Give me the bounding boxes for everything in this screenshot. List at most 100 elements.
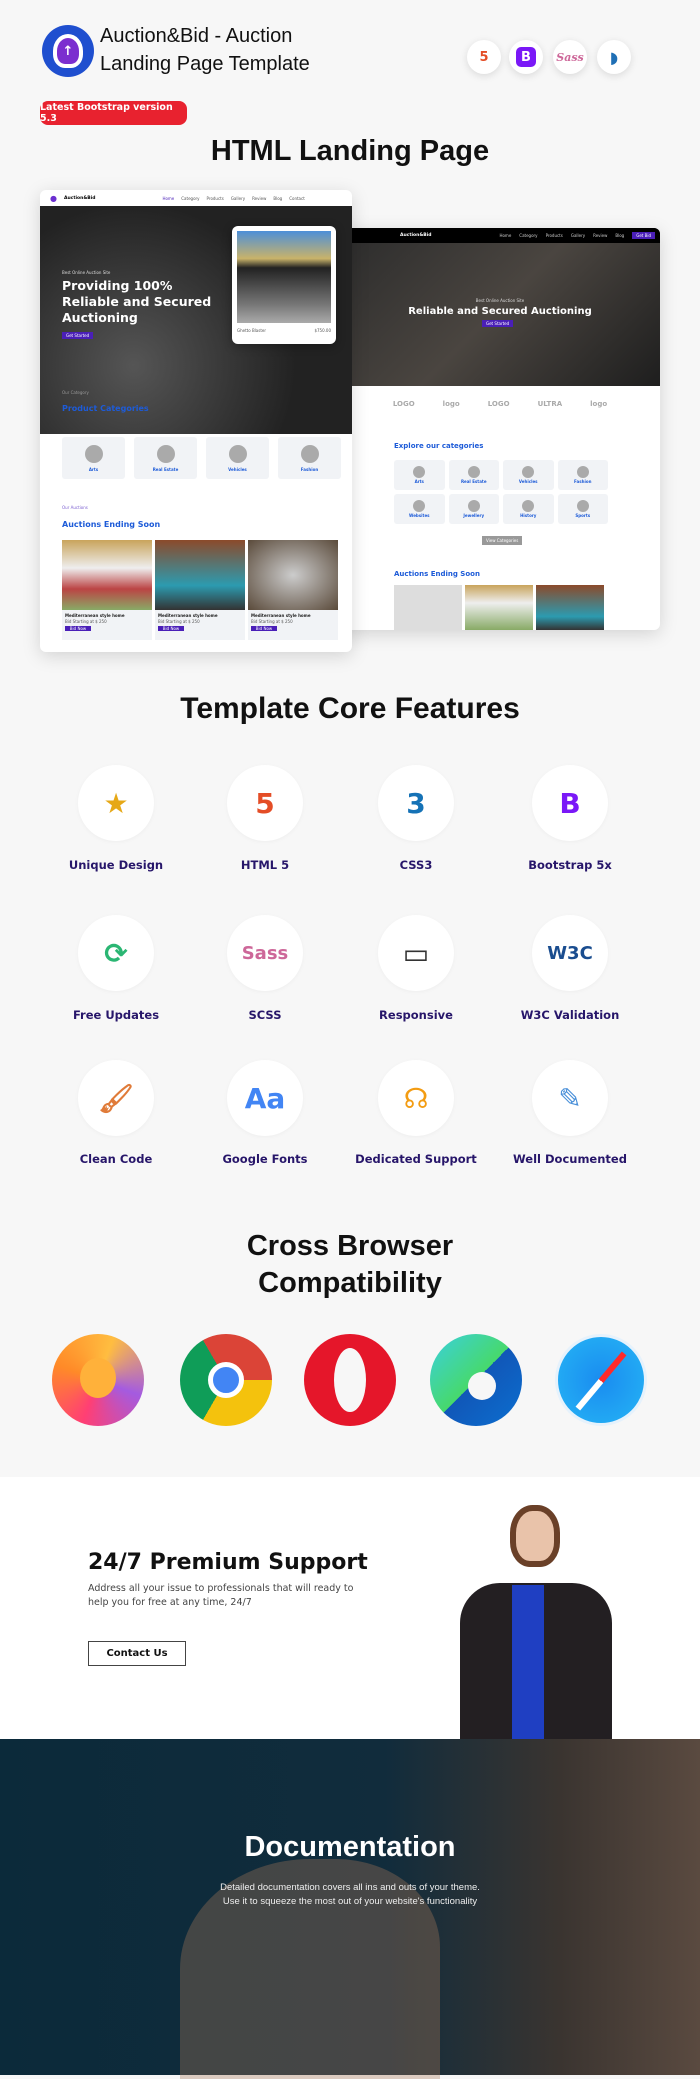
brand-logo: ↑ [42,25,94,77]
feature-item: Sass SCSS [190,915,340,1022]
feature-label: Google Fonts [222,1152,308,1166]
auction-card[interactable]: Mediterranean style home Bid Starting at… [62,540,152,640]
feature-label: Well Documented [513,1152,627,1166]
support-text: Address all your issue to professionals … [88,1583,354,1608]
nav-item[interactable]: Review [593,233,607,238]
camera-image [394,585,462,630]
nav-item[interactable]: Gallery [571,233,585,238]
feature-item: ⟳ Free Updates [41,915,191,1022]
feature-label: CSS3 [399,858,433,872]
category-card[interactable]: Arts [394,460,445,490]
product-price: $750.00 [314,328,331,333]
category-card[interactable]: Vehicles [503,460,554,490]
edge-icon [430,1334,522,1426]
category-card[interactable]: Vehicles [206,437,269,479]
feature-label: SCSS [248,1008,282,1022]
featured-product-card[interactable]: Ghetto Blaster $750.00 [232,226,336,344]
bid-now-button[interactable]: Bid Now [65,626,91,631]
hero-headline: Reliable and Secured Auctioning [408,306,592,317]
category-card[interactable]: Real Estate [448,460,499,490]
nav-cta-button[interactable]: Get Bid [632,232,656,239]
documentation-text: Detailed documentation covers all ins an… [220,1882,480,1907]
categories-title: Product Categories [62,404,149,413]
feature-item: ▭ Responsive [341,915,491,1022]
nav-item[interactable]: Products [207,196,224,201]
auctions-eyebrow: Our Auctions [62,505,88,510]
nav-item[interactable]: Blog [615,233,624,238]
nav-item[interactable]: Category [519,233,537,238]
view-categories-button[interactable]: View Categories [482,536,523,545]
support-heading: 24/7 Premium Support [88,1550,368,1575]
css3-icon: 3 [378,765,454,841]
nav-item[interactable]: Home [499,233,511,238]
html5-icon: 5 [467,40,501,74]
nav-item[interactable]: Blog [273,196,282,201]
nav-item[interactable]: Gallery [231,196,245,201]
boombox-image [237,231,331,323]
feature-label: HTML 5 [240,858,290,872]
get-started-button[interactable]: Get Started [482,320,514,327]
documented-icon: ✎ [532,1060,608,1136]
nav-item[interactable]: Category [181,196,199,201]
nav-item[interactable]: Review [252,196,266,201]
feature-item: ★ Unique Design [41,765,191,872]
bid-now-button[interactable]: Bid Now [158,626,184,631]
support-section: 24/7 Premium Support Address all your is… [0,1477,700,1739]
sass-icon: Sass [553,40,587,74]
feature-item: 🖌 Clean Code [41,1060,191,1166]
sass-icon: Sass [227,915,303,991]
feature-item: Aa Google Fonts [190,1060,340,1166]
category-card[interactable]: Arts [62,437,125,479]
mock-brand: Auction&Bid [63,195,96,201]
bootstrap-version-badge: Latest Bootstrap version 5.3 [40,101,187,125]
hero-eyebrow: Best Online Auction Site [62,270,111,275]
category-card[interactable]: History [503,494,554,524]
feature-item: ☊ Dedicated Support [341,1060,491,1166]
category-card[interactable]: Fashion [278,437,341,479]
category-card[interactable]: Real Estate [134,437,197,479]
opera-icon [304,1334,396,1426]
support-icon: ☊ [378,1060,454,1136]
jquery-icon: ◗ [597,40,631,74]
mock-brand: Auction&Bid [400,233,432,238]
category-card[interactable]: Jewellery [448,494,499,524]
mockup-right: Auction&Bid Home Category Products Galle… [340,228,660,630]
html5-icon: 5 [227,765,303,841]
feature-label: Free Updates [72,1008,160,1022]
landing-heading: HTML Landing Page [210,135,490,167]
auctions-title: Auctions Ending Soon [62,520,161,529]
nav-item[interactable]: Home [162,196,174,201]
feature-label: Bootstrap 5x [528,858,612,872]
auction-card[interactable]: Mediterranean style home Bid Starting at… [248,540,338,640]
chrome-icon [180,1334,272,1426]
category-card[interactable]: Websites [394,494,445,524]
get-started-button[interactable]: Get Started [62,332,94,339]
unique-design-icon: ★ [78,765,154,841]
watches-image [248,540,338,610]
responsive-icon: ▭ [378,915,454,991]
upload-arrow-icon: ↑ [53,34,83,68]
features-heading: Template Core Features [180,692,520,725]
category-card[interactable]: Fashion [557,460,608,490]
contact-us-button[interactable]: Contact Us [88,1641,186,1666]
category-card[interactable]: Sports [557,494,608,524]
nav-item-contact[interactable]: Contact [289,196,305,201]
hero-eyebrow: Best Online Auction Site [475,298,525,303]
feature-item: B Bootstrap 5x [495,765,645,872]
mockup-left: ● Auction&Bid Home Category Products Gal… [40,190,352,652]
page-title: Auction&Bid - Auction Landing Page Templa… [100,22,310,78]
feature-item: W3C W3C Validation [495,915,645,1022]
bid-now-button[interactable]: Bid Now [251,626,277,631]
browsers-heading: Cross Browser Compatibility [246,1230,454,1299]
documentation-section: Documentation Detailed documentation cov… [0,1739,700,2079]
title-line-1: Auction&Bid - Auction [100,25,293,47]
feature-item: ✎ Well Documented [495,1060,645,1166]
support-agent-image [448,1505,618,1739]
auctions-title: Auctions Ending Soon [394,570,480,578]
auction-card[interactable]: Mediterranean style home Bid Starting at… [155,540,245,640]
car-image [155,540,245,610]
category-eyebrow: Our Category [62,390,89,395]
nav-item[interactable]: Products [546,233,563,238]
clean-code-icon: 🖌 [78,1060,154,1136]
safari-icon [555,1334,647,1426]
